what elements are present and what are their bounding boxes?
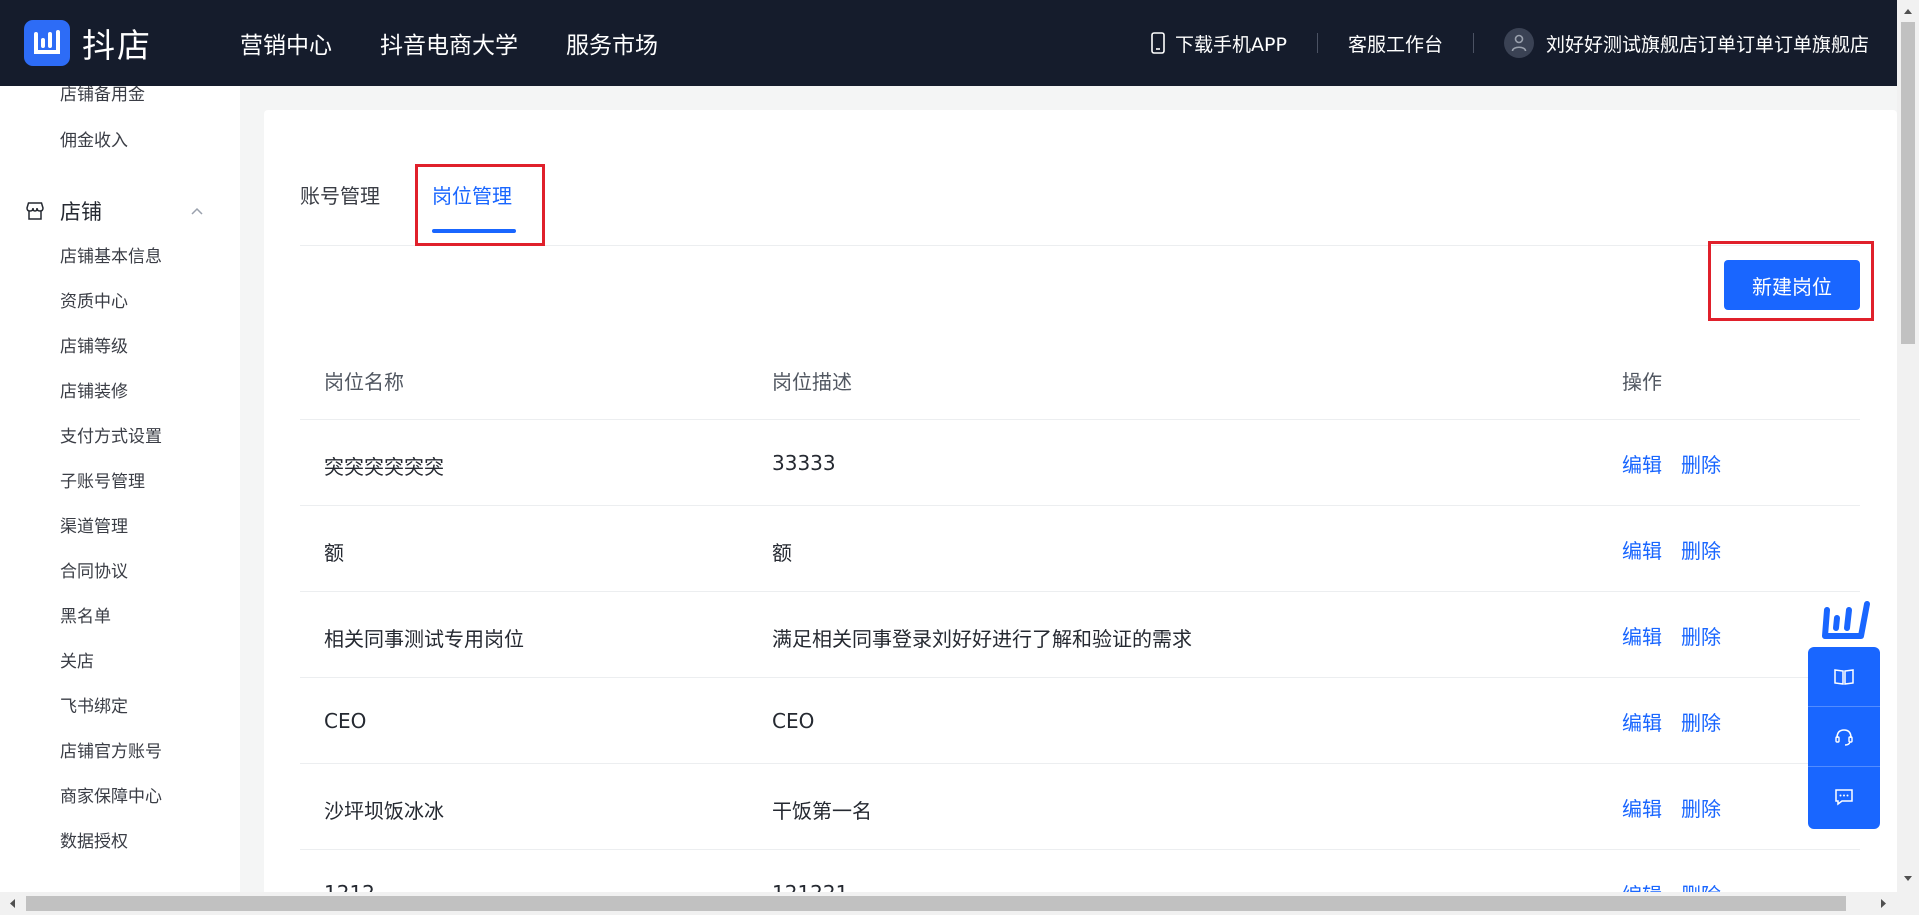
sidebar-item-commission[interactable]: 佣金收入	[60, 126, 128, 151]
top-right-actions: 下载手机APP 客服工作台 刘好好测试旗舰店订单订单订单旗舰店	[1149, 28, 1897, 58]
service-desk-label: 客服工作台	[1347, 33, 1443, 56]
table-row: 突突突突突突 33333 编辑 删除	[300, 420, 1860, 506]
sidebar-item-sub-accounts[interactable]: 子账号管理	[60, 467, 145, 492]
edit-link[interactable]: 编辑	[1622, 535, 1662, 564]
sidebar-item-reserve-fund[interactable]: 店铺备用金	[60, 86, 145, 105]
doudian-logo-icon	[24, 20, 70, 66]
table-row: CEO CEO 编辑 删除	[300, 678, 1860, 764]
sidebar-group-label: 店铺	[60, 200, 102, 224]
help-docs-button[interactable]	[1808, 647, 1880, 707]
sidebar-group-shop[interactable]: 店铺	[24, 196, 204, 226]
header-operation: 操作	[1622, 370, 1662, 394]
shop-name: 刘好好测试旗舰店订单订单订单旗舰店	[1545, 33, 1869, 56]
sidebar-item-channels[interactable]: 渠道管理	[60, 512, 128, 537]
service-desk-link[interactable]: 客服工作台	[1348, 30, 1443, 57]
cell-position-name: 突突突突突突	[324, 455, 444, 479]
cell-position-name: 沙坪坝饭冰冰	[324, 799, 444, 823]
vertical-scrollbar[interactable]	[1897, 0, 1919, 892]
edit-link[interactable]: 编辑	[1622, 793, 1662, 822]
cell-position-description: 33333	[772, 451, 836, 475]
divider	[1316, 33, 1318, 53]
download-app-label: 下载手机APP	[1175, 33, 1287, 56]
cell-position-description: 满足相关同事登录刘好好进行了解和验证的需求	[772, 627, 1192, 651]
headset-icon	[1835, 728, 1853, 746]
doudian-logo-icon	[1822, 601, 1870, 639]
avatar	[1503, 28, 1534, 58]
tab-highlight-box	[415, 164, 545, 246]
floating-help-panel	[1808, 647, 1880, 829]
sidebar-item-contracts[interactable]: 合同协议	[60, 557, 128, 582]
chevron-up-icon	[191, 207, 203, 215]
delete-link[interactable]: 删除	[1681, 621, 1721, 650]
cell-position-description: 额	[772, 541, 792, 565]
scroll-right-arrow-icon	[1881, 899, 1886, 908]
nav-marketing-center[interactable]: 营销中心	[240, 26, 332, 60]
delete-link[interactable]: 删除	[1681, 793, 1721, 822]
delete-link[interactable]: 删除	[1681, 707, 1721, 736]
sidebar-item-payment-settings[interactable]: 支付方式设置	[60, 422, 162, 447]
app-window: 抖店 营销中心 抖音电商大学 服务市场 下载手机APP 客服工作台 刘好好测试旗…	[0, 0, 1919, 915]
edit-link[interactable]: 编辑	[1622, 449, 1662, 478]
mobile-phone-icon	[1151, 32, 1165, 54]
scroll-up-arrow-icon	[1904, 9, 1912, 14]
table-row: 额 额 编辑 删除	[300, 506, 1860, 592]
header-position-name: 岗位名称	[324, 370, 404, 394]
nav-douyin-university[interactable]: 抖音电商大学	[380, 26, 518, 60]
nav-service-market[interactable]: 服务市场	[566, 26, 658, 60]
sidebar-item-close-shop[interactable]: 关店	[60, 647, 94, 672]
download-app-link[interactable]: 下载手机APP	[1149, 30, 1287, 57]
scroll-left-arrow-icon	[10, 899, 15, 908]
sidebar-item-qualification[interactable]: 资质中心	[60, 287, 128, 312]
cell-position-name: 相关同事测试专用岗位	[324, 627, 524, 651]
cell-position-description: CEO	[772, 709, 815, 733]
doudian-logo[interactable]: 抖店	[24, 19, 152, 67]
delete-link[interactable]: 删除	[1681, 535, 1721, 564]
sidebar-item-blacklist[interactable]: 黑名单	[60, 602, 111, 627]
cell-position-name: CEO	[324, 709, 367, 733]
sidebar-item-merchant-guarantee[interactable]: 商家保障中心	[60, 782, 162, 807]
main-nav: 营销中心 抖音电商大学 服务市场	[240, 26, 706, 60]
shop-account-menu[interactable]: 刘好好测试旗舰店订单订单订单旗舰店	[1503, 28, 1869, 58]
book-icon	[1834, 668, 1854, 685]
edit-link[interactable]: 编辑	[1622, 621, 1662, 650]
sidebar-item-official-account[interactable]: 店铺官方账号	[60, 737, 162, 762]
sidebar-item-data-authorization[interactable]: 数据授权	[60, 827, 128, 852]
delete-link[interactable]: 删除	[1681, 449, 1721, 478]
vertical-scroll-thumb[interactable]	[1901, 22, 1915, 344]
header-position-description: 岗位描述	[772, 370, 852, 394]
cell-position-name: 额	[324, 541, 344, 565]
cell-position-description: 干饭第一名	[772, 799, 872, 823]
scroll-down-arrow-icon	[1904, 876, 1912, 881]
edit-link[interactable]: 编辑	[1622, 707, 1662, 736]
feedback-button[interactable]	[1808, 767, 1880, 827]
sidebar-item-decoration[interactable]: 店铺装修	[60, 377, 128, 402]
main-content-card: 账号管理 岗位管理 新建岗位 岗位名称 岗位描述 操作 突突突突突突 33333…	[264, 110, 1897, 900]
sidebar-item-feishu-binding[interactable]: 飞书绑定	[60, 692, 128, 717]
table-header: 岗位名称 岗位描述 操作	[300, 334, 1860, 420]
table-row: 沙坪坝饭冰冰 干饭第一名 编辑 删除	[300, 764, 1860, 850]
table-row: 相关同事测试专用岗位 满足相关同事登录刘好好进行了解和验证的需求 编辑 删除	[300, 592, 1860, 678]
logo-text: 抖店	[82, 26, 152, 65]
horizontal-scrollbar[interactable]	[0, 892, 1919, 915]
chat-bubble-icon	[1835, 789, 1853, 806]
floating-assistant-logo[interactable]	[1818, 597, 1874, 645]
user-icon	[1511, 34, 1527, 52]
sidebar: 店铺备用金 佣金收入 店铺 店铺基本信息 资质中心 店铺等级 店铺装修 支付方式…	[0, 86, 240, 892]
horizontal-scroll-thumb[interactable]	[26, 896, 1846, 911]
customer-service-button[interactable]	[1808, 707, 1880, 767]
sidebar-item-shop-level[interactable]: 店铺等级	[60, 332, 128, 357]
top-navigation-bar: 抖店 营销中心 抖音电商大学 服务市场 下载手机APP 客服工作台 刘好好测试旗…	[0, 0, 1897, 86]
divider	[1472, 33, 1474, 53]
tab-account-management[interactable]: 账号管理	[300, 180, 380, 209]
button-highlight-box	[1708, 241, 1874, 321]
positions-table: 岗位名称 岗位描述 操作 突突突突突突 33333 编辑 删除 额 额 编辑 删…	[300, 334, 1860, 900]
sidebar-item-shop-basic-info[interactable]: 店铺基本信息	[60, 242, 162, 267]
shop-icon	[26, 202, 44, 220]
